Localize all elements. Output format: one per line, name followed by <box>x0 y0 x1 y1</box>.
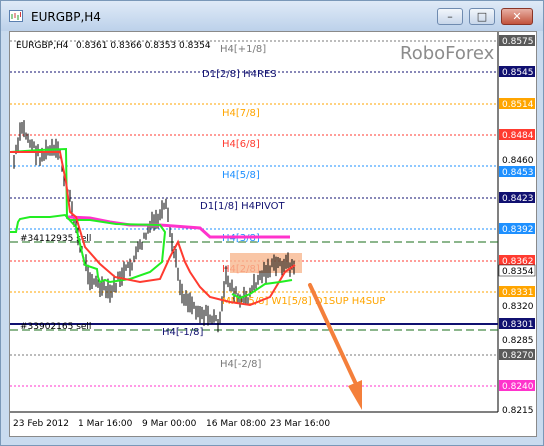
svg-text:0.8354: 0.8354 <box>502 267 534 277</box>
time-label-2: 9 Mar 00:00 <box>142 419 197 429</box>
time-axis-labels: 23 Feb 2012 1 Mar 16:00 9 Mar 00:00 16 M… <box>13 419 330 429</box>
price-tag-0.8240: 0.8240 <box>499 380 535 392</box>
time-label-1: 1 Mar 16:00 <box>78 419 133 429</box>
level-label-plus1-8: H4[+1/8] <box>220 44 266 55</box>
price-tag-0.8453: 0.8453 <box>499 166 535 178</box>
green-indicator-line <box>9 147 167 284</box>
price-axis-labels: 0.8575 0.8545 0.8514 0.8484 0.8460 0.845… <box>498 35 536 416</box>
svg-text:0.8575: 0.8575 <box>502 37 534 47</box>
title-bar[interactable]: EURGBP,H4 – □ ✕ <box>1 1 543 31</box>
svg-text:0.8453: 0.8453 <box>502 168 534 178</box>
level-label-minus1-8: H4[-2/8] <box>220 359 261 370</box>
price-tag-0.8545: 0.8545 <box>499 66 535 78</box>
price-tag-0.8270: 0.8270 <box>499 349 535 361</box>
ohlc-quote: 0.8361 0.8366 0.8353 0.8354 <box>76 41 211 51</box>
price-tag-0.8331: 0.8331 <box>499 286 535 298</box>
svg-text:0.8301: 0.8301 <box>502 320 534 330</box>
maximize-button[interactable]: □ <box>469 8 495 25</box>
price-chart[interactable]: EURGBP,H4 0.8361 0.8366 0.8353 0.8354 Ro… <box>9 32 536 436</box>
level-labels: H4[+1/8] D1[2/8] H4RES H4[7/8] H4[6/8] H… <box>20 44 385 370</box>
level-label-pivot: D1[1/8] H4PIVOT <box>200 201 286 212</box>
chart-window: EURGBP,H4 – □ ✕ EURGBP,H4 0.8361 0.8366 … <box>0 0 544 446</box>
price-tick-0.8215: 0.8215 <box>502 406 534 416</box>
window-title: EURGBP,H4 <box>31 10 101 24</box>
level-label-7-8: H4[7/8] <box>222 108 260 119</box>
svg-text:0.8331: 0.8331 <box>502 288 534 298</box>
svg-text:0.8545: 0.8545 <box>502 68 534 78</box>
roboforex-watermark: RoboForex <box>400 43 495 64</box>
order-label-2: #33902165 sell <box>20 322 91 332</box>
time-label-0: 23 Feb 2012 <box>13 419 69 429</box>
level-label-d1-sup: H4[-1/8] <box>162 327 203 338</box>
svg-text:0.8392: 0.8392 <box>502 225 534 235</box>
chart-window-icon <box>9 10 23 22</box>
time-label-4: 23 Mar 16:00 <box>270 419 330 429</box>
price-tag-0.8575: 0.8575 <box>499 35 535 47</box>
price-tag-0.8484: 0.8484 <box>499 129 535 141</box>
svg-text:0.8484: 0.8484 <box>502 131 534 141</box>
svg-text:0.8270: 0.8270 <box>502 351 534 361</box>
price-tag-0.8392: 0.8392 <box>499 223 535 235</box>
symbol-label: EURGBP,H4 <box>16 41 69 51</box>
level-label-d1-res: D1[2/8] H4RES <box>202 69 277 80</box>
price-tag-0.8514: 0.8514 <box>499 98 535 110</box>
level-label-5-8: H4[5/8] <box>222 170 260 181</box>
minimize-button[interactable]: – <box>437 8 463 25</box>
time-label-3: 16 Mar 08:00 <box>206 419 266 429</box>
svg-text:0.8514: 0.8514 <box>502 100 534 110</box>
level-lines <box>10 40 498 387</box>
level-label-6-8: H4[6/8] <box>222 139 260 150</box>
price-tick-0.8320: 0.8320 <box>502 302 534 312</box>
price-tick-0.8285: 0.8285 <box>502 336 534 346</box>
svg-text:0.8240: 0.8240 <box>502 382 534 392</box>
chart-area[interactable]: EURGBP,H4 0.8361 0.8366 0.8353 0.8354 Ro… <box>9 31 537 437</box>
svg-text:0.8423: 0.8423 <box>502 194 534 204</box>
price-tag-0.8301: 0.8301 <box>499 318 535 330</box>
price-tag-0.8423: 0.8423 <box>499 192 535 204</box>
close-button[interactable]: ✕ <box>501 8 533 25</box>
price-tag-0.8354-current: 0.8354 <box>498 264 536 277</box>
price-tick-0.8460: 0.8460 <box>502 156 534 166</box>
